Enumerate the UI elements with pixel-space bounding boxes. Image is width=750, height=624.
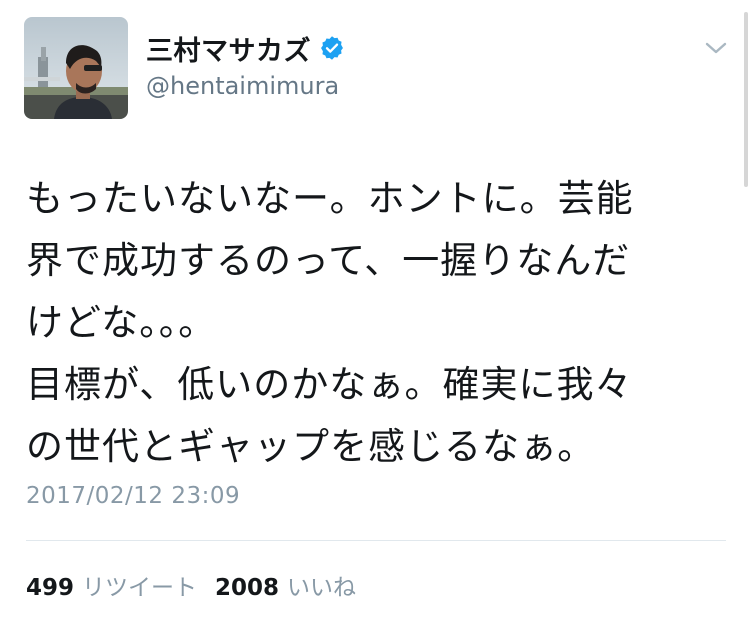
profile-photo (24, 17, 128, 119)
chevron-down-icon[interactable] (704, 40, 728, 56)
retweets-count[interactable]: 499 (26, 575, 74, 601)
retweets-label[interactable]: リツイート (82, 568, 197, 602)
tweet-timestamp[interactable]: 2017/02/12 23:09 (26, 483, 240, 509)
tweet-stats: 499 リツイート 2008 いいね (26, 568, 374, 602)
avatar[interactable] (24, 17, 128, 119)
likes-count[interactable]: 2008 (215, 575, 279, 601)
scrollbar[interactable] (744, 12, 748, 187)
divider (26, 540, 726, 541)
author-name-row[interactable]: 三村マサカズ (146, 29, 345, 68)
display-name[interactable]: 三村マサカズ (146, 29, 311, 68)
author-handle[interactable]: @hentaimimura (146, 72, 339, 100)
likes-label[interactable]: いいね (287, 568, 356, 602)
tweet-text: もったいないなー。ホントに。芸能 界で成功するのって、一握りなんだ けどな。。。… (26, 177, 634, 468)
verified-badge-icon (319, 35, 345, 61)
